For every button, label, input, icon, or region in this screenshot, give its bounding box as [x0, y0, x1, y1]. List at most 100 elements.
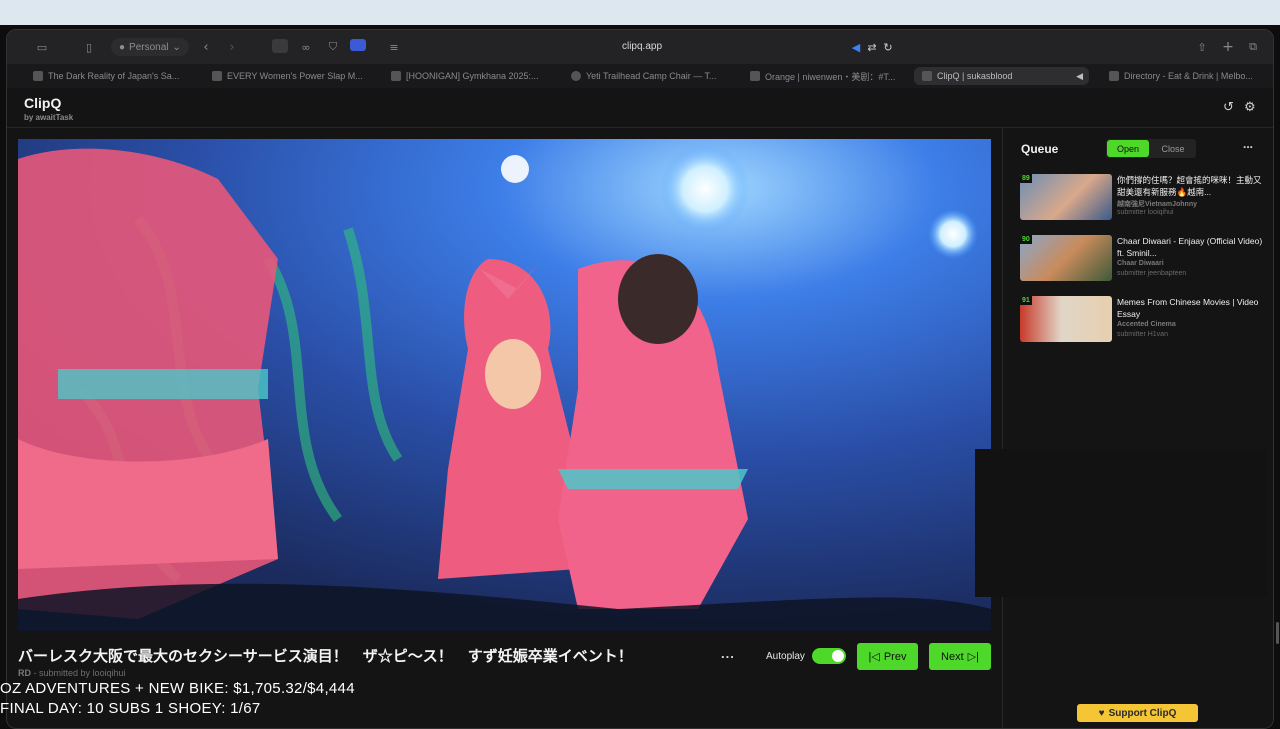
- speaker-icon[interactable]: ◀: [1076, 71, 1083, 82]
- tab-overview-icon[interactable]: ▯: [81, 39, 97, 55]
- back-icon[interactable]: ‹: [199, 39, 213, 55]
- tab-4[interactable]: Yeti Trailhead Camp Chair — T...: [571, 67, 726, 85]
- youtube-favicon-icon: [750, 71, 760, 81]
- video-player[interactable]: [18, 139, 991, 631]
- tab-label: [HOONIGAN] Gymkhana 2025:...: [406, 71, 539, 81]
- queue-number: 91: [1020, 296, 1032, 305]
- chevron-down-icon: ⌄: [172, 41, 181, 53]
- app-logo[interactable]: ClipQ: [24, 95, 61, 111]
- queue-number: 90: [1020, 235, 1032, 244]
- share-icon[interactable]: ⇧: [1194, 39, 1210, 55]
- tabs-icon[interactable]: ⧉: [1245, 39, 1261, 55]
- profile-selector[interactable]: ● Personal ⌄: [111, 38, 189, 56]
- reader-icon[interactable]: ≡: [387, 39, 401, 55]
- new-tab-icon[interactable]: +: [1220, 39, 1236, 55]
- queue-more-button[interactable]: ...: [1243, 137, 1253, 151]
- queue-item-submitter: submitter H1van: [1117, 331, 1168, 338]
- submitted-by-label: - submitted by: [33, 668, 91, 678]
- video-frame: [18, 139, 991, 631]
- queue-close-button[interactable]: Close: [1151, 140, 1195, 157]
- next-label: Next: [941, 650, 964, 663]
- glasses-icon[interactable]: ∞: [298, 39, 314, 55]
- video-submitter[interactable]: looiqihui: [93, 668, 126, 678]
- profile-label: Personal: [129, 41, 169, 53]
- toggle-knob: [832, 650, 844, 662]
- tab-label: EVERY Women's Power Slap M...: [227, 71, 363, 81]
- queue-panel: Queue Open Close ... 89 你們撐的住嗎？超會搖的咪咪！主動…: [1002, 128, 1273, 728]
- prev-button[interactable]: |◁ Prev: [857, 643, 918, 670]
- yeti-favicon-icon: [571, 71, 581, 81]
- stream-goal-line-1: OZ ADVENTURES + NEW BIKE: $1,705.32/$4,4…: [0, 680, 355, 697]
- youtube-favicon-icon: [33, 71, 43, 81]
- person-icon: ●: [119, 41, 126, 53]
- tab-1[interactable]: The Dark Reality of Japan's Sa...: [33, 67, 193, 85]
- history-icon[interactable]: ↺: [1223, 100, 1234, 115]
- support-clipq-button[interactable]: ♥ Support ClipQ: [1077, 704, 1198, 722]
- tab-label: Directory - Eat & Drink | Melbo...: [1124, 71, 1253, 81]
- forward-icon[interactable]: ›: [225, 39, 239, 55]
- video-channel[interactable]: RD: [18, 668, 31, 678]
- app-byline: by awaitTask: [24, 113, 74, 122]
- autoplay-label: Autoplay: [766, 651, 805, 662]
- autoplay-toggle[interactable]: [812, 648, 846, 664]
- tab-7[interactable]: Directory - Eat & Drink | Melbo...: [1109, 67, 1273, 85]
- scrollbar-thumb[interactable]: [1276, 622, 1279, 644]
- support-label: Support ClipQ: [1108, 707, 1177, 719]
- next-button[interactable]: Next ▷|: [929, 643, 991, 670]
- sidebar-toggle-icon[interactable]: ▭: [33, 39, 51, 55]
- translate-icon[interactable]: ⇄: [865, 39, 879, 55]
- queue-item-channel: Chaar Diwaari: [1117, 260, 1164, 267]
- queue-title: Queue: [1021, 142, 1059, 156]
- browser-toolbar: ▭ ▯ ● Personal ⌄ ‹ › ∞ ⛉ ≡ clipq.app ◀ ⇄…: [7, 30, 1273, 64]
- macos-menu-bar: [0, 0, 1280, 25]
- youtube-favicon-icon: [391, 71, 401, 81]
- extension-icon[interactable]: [272, 39, 288, 53]
- queue-item[interactable]: 89 你們撐的住嗎？超會搖的咪咪！主動又甜美還有新服務🔥越南... 越南強尼Vi…: [1020, 174, 1265, 222]
- speaker-icon[interactable]: ◀: [849, 39, 863, 55]
- queue-thumbnail: 90: [1020, 235, 1112, 281]
- tab-strip: The Dark Reality of Japan's Sa... EVERY …: [7, 64, 1273, 88]
- queue-item-title: Chaar Diwaari - Enjaay (Official Video) …: [1117, 236, 1263, 258]
- shield-icon[interactable]: ⛉: [325, 39, 341, 55]
- queue-item-title: 你們撐的住嗎？超會搖的咪咪！主動又甜美還有新服務🔥越南...: [1117, 175, 1262, 197]
- queue-number: 89: [1020, 174, 1032, 183]
- queue-thumbnail: 91: [1020, 296, 1112, 342]
- clipq-favicon-icon: [922, 71, 932, 81]
- tab-label: Orange | niwenwen・美剧：#T...: [765, 71, 896, 82]
- prev-label: Prev: [883, 650, 907, 663]
- tab-label: ClipQ | sukasblood: [937, 71, 1013, 81]
- skip-forward-icon: ▷|: [967, 651, 979, 663]
- tab-active-clipq[interactable]: ClipQ | sukasblood ◀: [914, 67, 1089, 85]
- heart-icon: ♥: [1098, 707, 1105, 719]
- tab-2[interactable]: EVERY Women's Power Slap M...: [212, 67, 377, 85]
- queue-item[interactable]: 90 Chaar Diwaari - Enjaay (Official Vide…: [1020, 235, 1265, 283]
- address-bar[interactable]: clipq.app: [567, 41, 717, 52]
- tab-label: Yeti Trailhead Camp Chair — T...: [586, 71, 717, 81]
- queue-open-button[interactable]: Open: [1107, 140, 1149, 157]
- webcam-overlay: [975, 449, 1267, 597]
- video-title: バーレスク大阪で最大のセクシーサービス演目！ ザ☆ピ～ス！ すず妊娠卒業イベント…: [18, 648, 633, 665]
- tab-label: The Dark Reality of Japan's Sa...: [48, 71, 180, 81]
- queue-thumbnail: 89: [1020, 174, 1112, 220]
- bitwarden-icon[interactable]: [350, 39, 366, 51]
- clipq-app: ClipQ by awaitTask ↺ ⚙ バーレスク大阪で最大のセクシーサー…: [7, 88, 1273, 728]
- queue-item-submitter: submitter jeenbapteen: [1117, 270, 1187, 277]
- stream-goal-line-2: FINAL DAY: 10 SUBS 1 SHOEY: 1/67: [0, 700, 261, 717]
- youtube-favicon-icon: [212, 71, 222, 81]
- queue-status-toggle: Open Close: [1106, 139, 1196, 158]
- queue-item-title: Memes From Chinese Movies | Video Essay: [1117, 297, 1259, 319]
- skip-back-icon: |◁: [868, 651, 880, 663]
- directory-favicon-icon: [1109, 71, 1119, 81]
- video-more-button[interactable]: ...: [721, 646, 735, 661]
- queue-item-submitter: submitter looiqihui: [1117, 209, 1174, 216]
- queue-item-channel: 越南強尼VietnamJohnny: [1117, 201, 1197, 208]
- video-meta: RD - submitted by looiqihui: [18, 668, 126, 678]
- settings-sliders-icon[interactable]: ⚙: [1244, 100, 1256, 115]
- app-header: ClipQ by awaitTask ↺ ⚙: [7, 88, 1273, 128]
- tab-5[interactable]: Orange | niwenwen・美剧：#T...: [750, 67, 910, 85]
- reload-icon[interactable]: ↻: [881, 39, 895, 55]
- browser-window: ▭ ▯ ● Personal ⌄ ‹ › ∞ ⛉ ≡ clipq.app ◀ ⇄…: [6, 29, 1274, 729]
- tab-3[interactable]: [HOONIGAN] Gymkhana 2025:...: [391, 67, 551, 85]
- queue-item-channel: Accented Cinema: [1117, 321, 1176, 328]
- queue-item[interactable]: 91 Memes From Chinese Movies | Video Ess…: [1020, 296, 1265, 344]
